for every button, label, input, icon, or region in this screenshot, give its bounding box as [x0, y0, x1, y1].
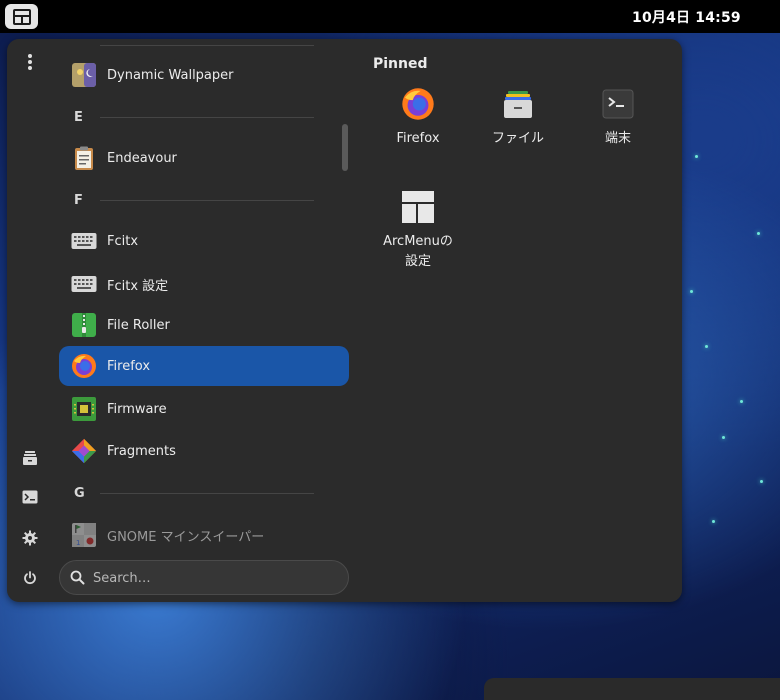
- app-list[interactable]: Dynamic Wallpaper E Endeavour F Fcitx Fc…: [59, 39, 349, 551]
- sparkle: [722, 436, 725, 439]
- list-item-label: Dynamic Wallpaper: [107, 67, 234, 83]
- files-icon: [23, 451, 37, 465]
- section-letter-g: G: [74, 486, 85, 501]
- list-item-firefox[interactable]: Firefox: [59, 346, 349, 386]
- activities-button[interactable]: [5, 4, 38, 29]
- list-item-label: Firmware: [107, 401, 167, 417]
- clipboard-icon: [71, 145, 97, 171]
- firefox-icon: [400, 86, 436, 122]
- archive-icon: [71, 312, 97, 338]
- list-item-label: Endeavour: [107, 150, 177, 166]
- arcmenu-panel: Dynamic Wallpaper E Endeavour F Fcitx Fc…: [7, 39, 682, 602]
- pinned-item-label: 端末: [604, 131, 631, 146]
- section-letter-e: E: [74, 110, 83, 125]
- divider: [100, 117, 314, 118]
- firefox-icon: [71, 353, 97, 379]
- list-item-label: Fragments: [107, 443, 176, 459]
- fragments-icon: [71, 438, 97, 464]
- terminal-icon: [22, 490, 38, 504]
- pinned-item-label: ArcMenuの設定: [383, 234, 453, 269]
- sparkle: [757, 232, 760, 235]
- clock[interactable]: 10月4日 14:59: [632, 7, 741, 27]
- list-item-gnome-mines[interactable]: 1 GNOME マインスイーパー: [59, 515, 349, 551]
- search-icon: [70, 570, 85, 589]
- sparkle: [740, 400, 743, 403]
- search-input[interactable]: [93, 568, 333, 588]
- pinned-item-terminal[interactable]: 端末: [573, 86, 663, 149]
- kebab-menu-icon: [28, 54, 32, 70]
- top-bar: 10月4日 14:59: [0, 0, 780, 33]
- list-item-dynamic-wallpaper[interactable]: Dynamic Wallpaper: [59, 55, 349, 95]
- sparkle: [705, 345, 708, 348]
- gear-icon: [22, 530, 38, 546]
- list-item-fragments[interactable]: Fragments: [59, 431, 349, 471]
- list-item-endeavour[interactable]: Endeavour: [59, 138, 349, 178]
- divider: [100, 200, 314, 201]
- arcmenu-settings-icon: [400, 189, 436, 225]
- files-button[interactable]: [15, 443, 45, 473]
- sparkle: [712, 520, 715, 523]
- chip-icon: [71, 396, 97, 422]
- activities-icon: [12, 8, 31, 25]
- list-item-file-roller[interactable]: File Roller: [59, 305, 349, 345]
- divider: [100, 45, 314, 46]
- sparkle: [690, 290, 693, 293]
- terminal-icon: [600, 86, 636, 122]
- dock-edge: [484, 678, 780, 700]
- list-item-fcitx-settings[interactable]: Fcitx 設定: [59, 264, 349, 304]
- pinned-item-arcmenu-settings[interactable]: ArcMenuの設定: [373, 189, 463, 272]
- list-item-label: File Roller: [107, 317, 170, 333]
- list-item-label: Firefox: [107, 358, 151, 374]
- menu-left-rail: [7, 39, 55, 602]
- section-letter-f: F: [74, 193, 83, 208]
- terminal-button[interactable]: [15, 482, 45, 512]
- divider: [100, 493, 314, 494]
- sparkle: [760, 480, 763, 483]
- sparkle: [695, 155, 698, 158]
- files-icon: [500, 86, 536, 122]
- more-options-button[interactable]: [15, 47, 45, 77]
- list-item-label: Fcitx 設定: [107, 278, 169, 294]
- power-button[interactable]: [15, 563, 45, 593]
- pinned-item-files[interactable]: ファイル: [473, 86, 563, 149]
- keyboard-icon: [71, 271, 97, 297]
- dynamic-wallpaper-icon: [71, 62, 97, 88]
- list-item-label: GNOME マインスイーパー: [107, 529, 265, 545]
- list-item-label: Fcitx: [107, 233, 139, 249]
- pinned-title: Pinned: [373, 56, 428, 72]
- search-field[interactable]: [59, 560, 349, 595]
- pinned-item-label: ファイル: [491, 131, 544, 146]
- minesweeper-icon: 1: [71, 522, 97, 548]
- svg-text:1: 1: [76, 539, 80, 547]
- app-list-scrollbar[interactable]: [342, 124, 348, 171]
- list-item-fcitx[interactable]: Fcitx: [59, 221, 349, 261]
- power-icon: [24, 571, 36, 585]
- list-item-firmware[interactable]: Firmware: [59, 389, 349, 429]
- pinned-item-firefox[interactable]: Firefox: [373, 86, 463, 149]
- pinned-item-label: Firefox: [396, 131, 440, 146]
- settings-button[interactable]: [15, 523, 45, 553]
- keyboard-icon: [71, 228, 97, 254]
